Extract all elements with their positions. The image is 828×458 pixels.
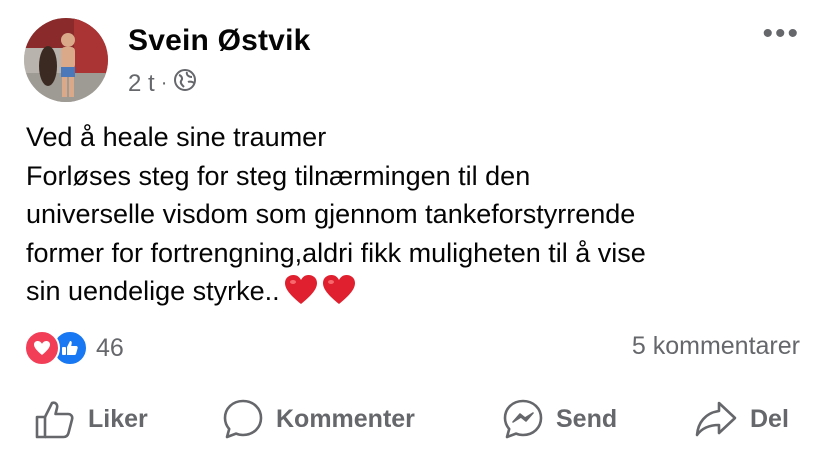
comment-button-label: Kommenter — [276, 404, 415, 433]
comment-button[interactable]: Kommenter — [222, 398, 415, 440]
meta-separator: · — [160, 72, 168, 94]
send-button-label: Send — [556, 404, 618, 433]
comment-bubble-icon — [222, 398, 264, 440]
post-text-line: sin uendelige styrke.. — [26, 272, 806, 317]
post-text-line: universelle visdom som gjennom tankefors… — [26, 199, 636, 229]
avatar[interactable] — [24, 18, 108, 102]
reactions-summary[interactable]: 46 — [24, 330, 124, 366]
post-text-line: Ved å heale sine traumer — [26, 122, 327, 152]
heart-emoji — [322, 274, 356, 317]
more-dots-icon[interactable]: ••• — [762, 19, 800, 49]
send-button[interactable]: Send — [502, 398, 617, 440]
share-button[interactable]: Del — [694, 398, 789, 440]
share-arrow-icon — [694, 398, 738, 440]
post-text-line: former for fortrengning,aldri fikk mulig… — [26, 237, 646, 268]
messenger-icon — [502, 398, 544, 440]
post-time[interactable]: 2 t — [128, 70, 155, 98]
comments-count[interactable]: 5 kommentarer — [632, 332, 800, 361]
avatar-photo — [24, 18, 108, 102]
post-text-line: Forløses steg for steg tilnærmingen til … — [26, 160, 531, 191]
post-meta: 2 t · — [128, 68, 197, 99]
share-button-label: Del — [750, 404, 789, 433]
reaction-count: 46 — [96, 333, 124, 362]
author-name[interactable]: Svein Østvik — [128, 24, 311, 58]
thumbs-up-icon — [34, 398, 76, 440]
like-button[interactable]: Liker — [34, 398, 148, 440]
like-button-label: Liker — [88, 404, 148, 433]
post-text: Ved å heale sine traumer Forløses steg f… — [26, 118, 806, 317]
love-reaction-icon — [24, 330, 60, 366]
globe-icon — [173, 68, 197, 99]
heart-emoji — [284, 274, 318, 317]
post-text-line-end: sin uendelige styrke.. — [26, 276, 280, 306]
